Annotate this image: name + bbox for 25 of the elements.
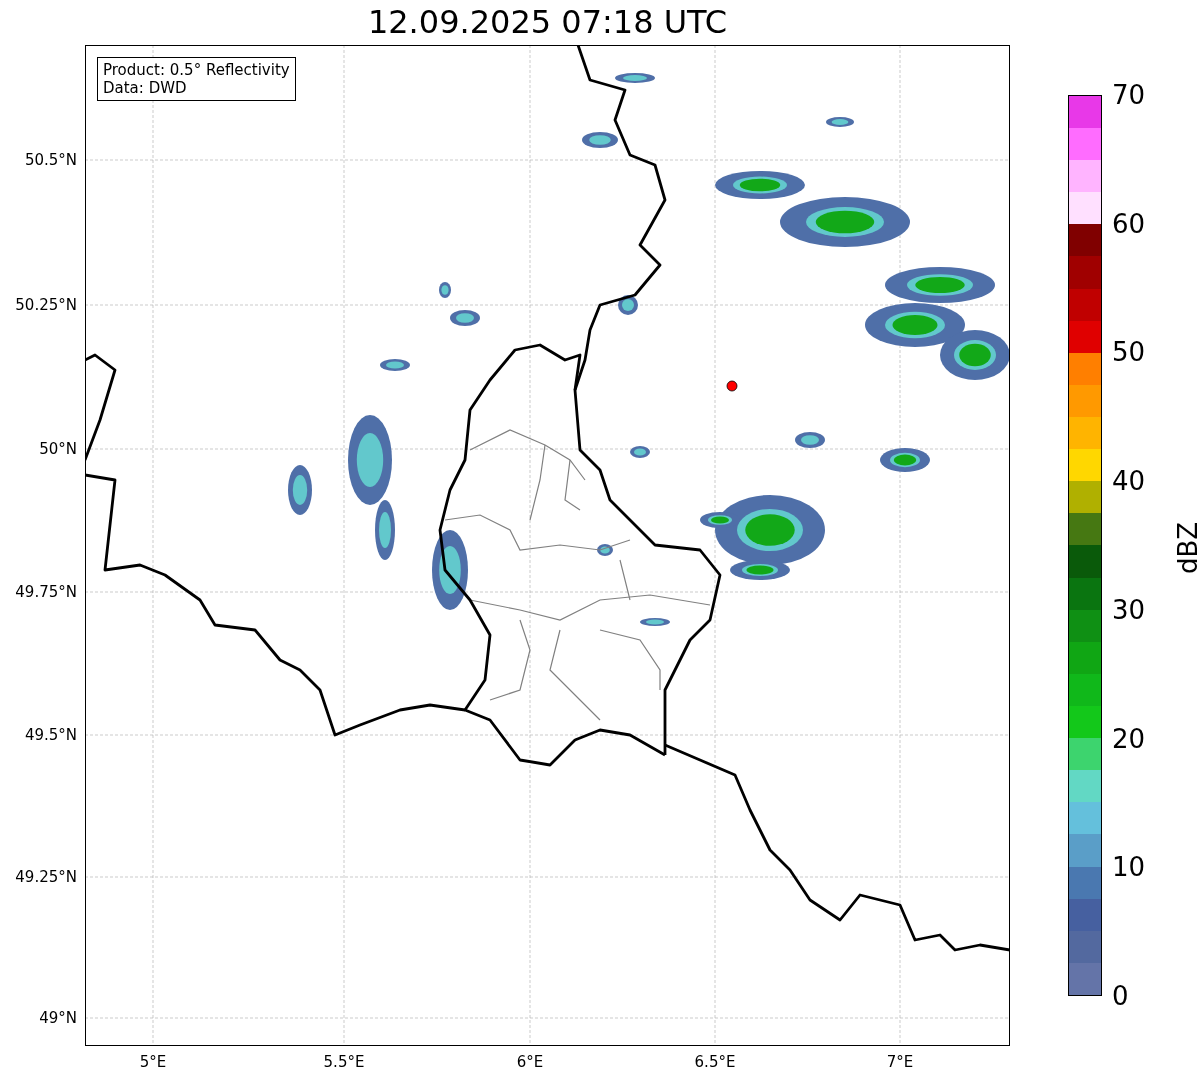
legend-text: Data: DWD (103, 79, 188, 97)
latitude-label: 50°N (39, 440, 77, 458)
scale-tick-label: 50 (1112, 339, 1146, 366)
latitude-label: 49.25°N (15, 868, 77, 886)
scale-tick-label: 40 (1112, 468, 1146, 495)
scale-tick-label: 30 (1112, 596, 1146, 623)
scale-unit-label: dBZ (1173, 521, 1202, 575)
chart-title: 12.09.2025 07:18 UTC (366, 2, 729, 43)
longitude-label: 6.5°E (694, 1053, 736, 1071)
scale-tick-label: 60 (1112, 210, 1146, 237)
latitude-label: 49.75°N (15, 583, 77, 601)
scale-tick-label: 0 (1112, 983, 1129, 1009)
longitude-label: 5.5°E (323, 1053, 365, 1071)
latitude-label: 50.25°N (15, 296, 77, 314)
longitude-label: 7°E (886, 1053, 914, 1071)
longitude-label: 5°E (139, 1053, 167, 1071)
scale-tick-label: 10 (1112, 854, 1146, 881)
scale-tick-label: 70 (1112, 82, 1146, 108)
longitude-label: 6°E (516, 1053, 544, 1071)
latitude-label: 49.5°N (24, 726, 77, 744)
latitude-label: 49°N (39, 1009, 77, 1027)
legend-text: Product: 0.5° Reflectivity (103, 61, 290, 79)
scale-tick-label: 20 (1112, 725, 1146, 752)
radar-site-icon (726, 380, 738, 392)
latitude-label: 50.5°N (24, 151, 77, 169)
